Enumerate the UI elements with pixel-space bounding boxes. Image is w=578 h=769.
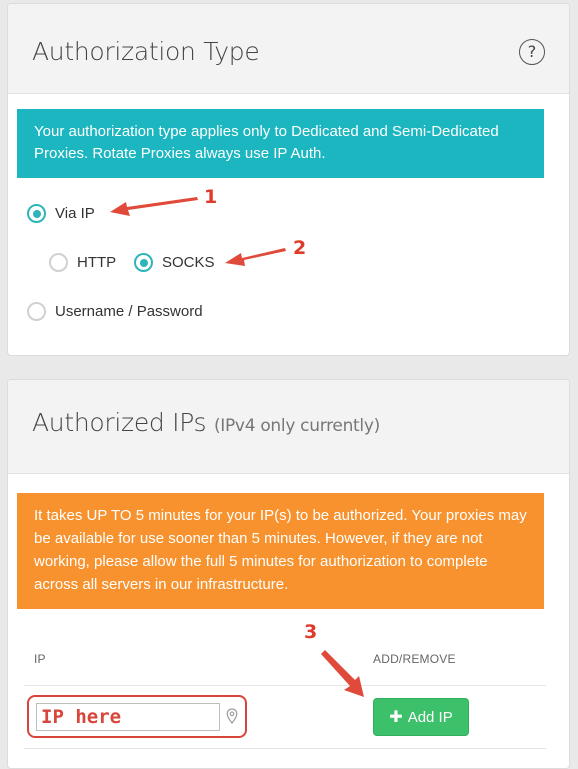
add-ip-button[interactable]: ✚ Add IP (373, 698, 469, 736)
map-pin-icon (226, 708, 238, 724)
add-ip-label: Add IP (407, 708, 453, 726)
help-icon[interactable]: ? (519, 39, 545, 65)
authorized-ips-title-text: Authorized IPs (32, 408, 207, 437)
table-row-divider (24, 748, 546, 749)
ip-authorization-notice: It takes UP TO 5 minutes for your IP(s) … (17, 493, 544, 609)
authorized-ips-subtitle: (IPv4 only currently) (213, 416, 380, 436)
via-ip-label: Via IP (55, 205, 95, 222)
ip-input[interactable] (36, 703, 220, 731)
authorization-type-title: Authorization Type (32, 37, 260, 66)
auth-type-notice: Your authorization type applies only to … (17, 109, 544, 178)
socks-radio-circle[interactable] (134, 253, 153, 272)
username-password-label: Username / Password (55, 303, 203, 320)
authorized-ips-title: Authorized IPs (IPv4 only currently) (32, 408, 380, 437)
authorization-type-header: Authorization Type ? (8, 4, 569, 94)
socks-label: SOCKS (162, 254, 215, 271)
annotation-3: 3 (304, 621, 318, 643)
username-password-radio-circle[interactable] (27, 302, 46, 321)
add-remove-column-header: ADD/REMOVE (373, 652, 456, 666)
annotation-2: 2 (293, 237, 307, 259)
http-radio-circle[interactable] (49, 253, 68, 272)
via-ip-radio[interactable]: Via IP (27, 204, 95, 223)
http-radio[interactable]: HTTP (49, 253, 116, 272)
plus-icon: ✚ (389, 709, 403, 726)
table-header-divider (24, 685, 546, 686)
http-label: HTTP (77, 254, 117, 271)
ip-column-header: IP (34, 652, 46, 666)
annotation-1: 1 (204, 186, 218, 208)
ip-input-highlight (27, 695, 247, 738)
socks-radio[interactable]: SOCKS (134, 253, 215, 272)
username-password-radio[interactable]: Username / Password (27, 302, 203, 321)
authorized-ips-header: Authorized IPs (IPv4 only currently) (8, 380, 569, 474)
via-ip-radio-circle[interactable] (27, 204, 46, 223)
